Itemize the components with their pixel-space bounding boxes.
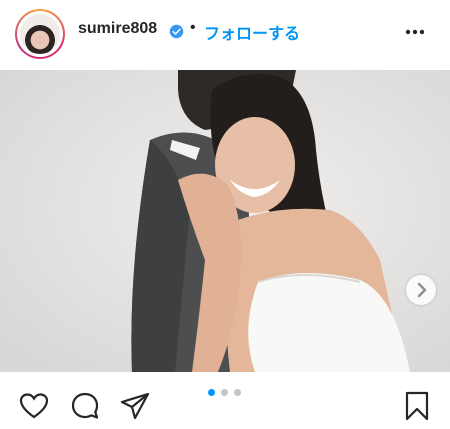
username-link[interactable]: sumire808 bbox=[78, 20, 157, 38]
avatar-image bbox=[20, 14, 60, 54]
post-header: sumire808 • フォローする bbox=[0, 0, 450, 70]
avatar[interactable] bbox=[15, 9, 65, 59]
paper-plane-icon[interactable] bbox=[119, 390, 151, 422]
next-slide-button[interactable] bbox=[406, 275, 436, 305]
carousel-dot bbox=[234, 389, 241, 396]
carousel-dot-active bbox=[208, 389, 215, 396]
verified-badge-icon bbox=[169, 24, 184, 39]
comment-icon[interactable] bbox=[69, 390, 101, 422]
follow-button[interactable]: フォローする bbox=[204, 20, 300, 44]
more-options-icon[interactable] bbox=[404, 22, 426, 42]
bookmark-icon[interactable] bbox=[401, 390, 433, 422]
separator-dot: • bbox=[190, 19, 196, 36]
action-bar bbox=[0, 372, 450, 429]
photo-illustration bbox=[0, 70, 450, 372]
carousel-dot bbox=[221, 389, 228, 396]
post-photo[interactable] bbox=[0, 70, 450, 372]
chevron-right-icon bbox=[417, 282, 427, 298]
heart-icon[interactable] bbox=[18, 390, 50, 422]
